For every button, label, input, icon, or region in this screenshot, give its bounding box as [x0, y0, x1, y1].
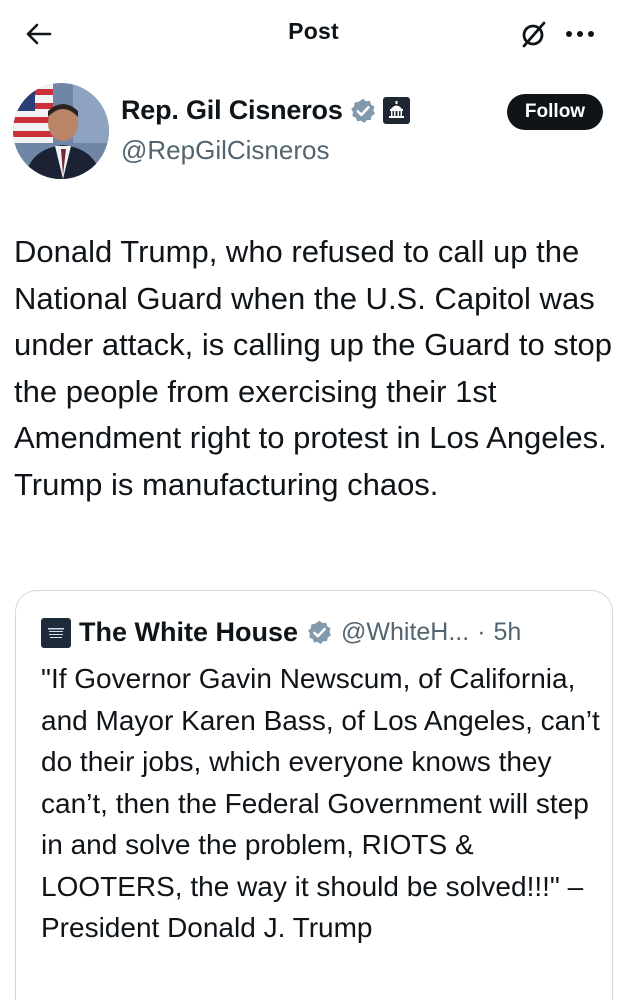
verified-badge-icon	[306, 619, 333, 646]
white-house-avatar[interactable]	[41, 617, 71, 648]
author-handle[interactable]: @RepGilCisneros	[121, 135, 329, 166]
verified-badge-icon	[349, 97, 377, 125]
quoted-author-handle[interactable]: @WhiteH...	[341, 618, 469, 647]
grok-icon	[522, 21, 546, 48]
quoted-author-name[interactable]: The White House	[79, 617, 298, 648]
author-name[interactable]: Rep. Gil Cisneros	[121, 95, 343, 126]
author-header: Rep. Gil Cisneros @RepGilCisneros Follow	[0, 80, 627, 180]
more-icon	[566, 31, 594, 37]
avatar[interactable]	[13, 83, 109, 179]
quoted-post-time[interactable]: 5h	[494, 618, 522, 647]
grok-button[interactable]	[516, 16, 552, 52]
author-name-row: Rep. Gil Cisneros	[121, 95, 410, 126]
top-bar: Post	[0, 0, 627, 66]
quoted-post-card[interactable]: The White House @WhiteH... · 5h "If Govern…	[15, 590, 613, 1000]
quoted-post-text: "If Governor Gavin Newscum, of Californi…	[41, 663, 600, 943]
post-text: Donald Trump, who refused to call up the…	[14, 234, 612, 502]
follow-button[interactable]: Follow	[507, 94, 603, 130]
separator-dot: ·	[477, 618, 486, 646]
more-options-button[interactable]	[560, 16, 600, 52]
government-badge-icon	[382, 97, 410, 124]
avatar-photo	[13, 83, 109, 179]
quoted-post-header: The White House @WhiteH... · 5h	[41, 617, 521, 648]
